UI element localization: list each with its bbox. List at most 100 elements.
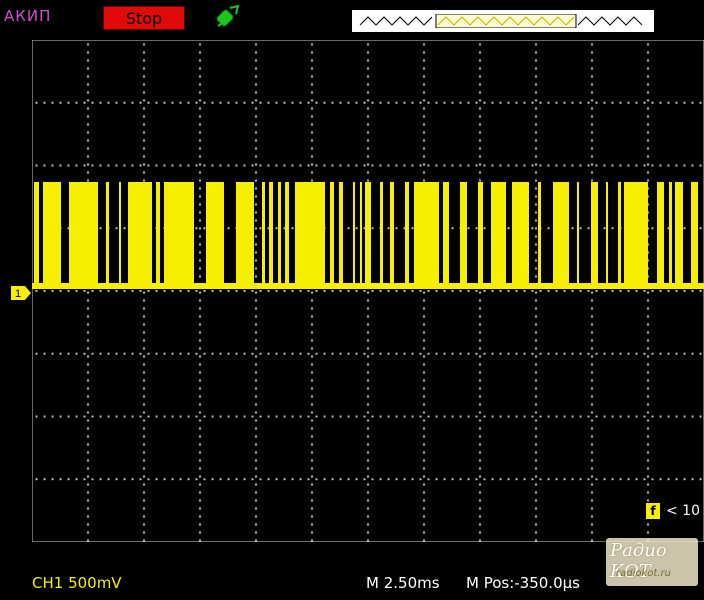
grid-dot (675, 478, 678, 481)
grid-dot (591, 387, 593, 390)
grid-dot (67, 164, 70, 167)
grid-dot (479, 355, 481, 358)
grid-dot (147, 415, 150, 418)
horizontal-position[interactable]: M Pos:-350.0µs (466, 574, 580, 592)
grid-dot (443, 415, 446, 418)
grid-dot (535, 83, 537, 86)
grid-dot (255, 331, 257, 334)
trace-pulse (606, 182, 608, 286)
grid-dot (187, 290, 190, 292)
grid-dot (535, 387, 537, 390)
grid-dot (611, 101, 614, 104)
grid-dot (163, 164, 166, 167)
grid-dot (423, 315, 425, 318)
grid-dot (367, 323, 369, 326)
grid-dot (199, 347, 201, 350)
grid-dot (171, 164, 174, 167)
grid-dot (635, 352, 638, 355)
grid-dot (211, 352, 214, 355)
grid-dot (311, 403, 313, 406)
grid-dot (555, 478, 558, 481)
grid-dot (479, 475, 481, 478)
grid-dot (535, 419, 537, 422)
grid-dot (87, 299, 89, 302)
grid-dot (507, 227, 510, 230)
trigger-source-icon[interactable] (214, 4, 242, 32)
grid-dot (143, 91, 145, 94)
grid-dot (535, 435, 537, 438)
timebase-scale[interactable]: M 2.50ms (366, 574, 440, 592)
grid-dot (143, 43, 145, 46)
grid-dot (591, 179, 593, 182)
grid-dot (283, 290, 286, 292)
grid-dot (259, 415, 262, 418)
grid-dot (311, 411, 313, 414)
grid-dot (323, 164, 326, 167)
waveform-display[interactable] (32, 40, 704, 542)
grid-dot (591, 163, 593, 166)
grid-dot (667, 227, 670, 230)
grid-dot (423, 123, 425, 126)
grid-dot (367, 411, 369, 414)
grid-dot (591, 539, 593, 542)
ch1-ground-marker[interactable]: 1 (10, 285, 32, 301)
grid-dot (275, 290, 278, 292)
trace-pulse (262, 182, 265, 286)
grid-dot (387, 352, 390, 355)
grid-dot (423, 155, 425, 158)
grid-dot (87, 91, 89, 94)
grid-dot (311, 459, 313, 462)
grid-dot (255, 539, 257, 542)
grid-dot (311, 299, 313, 302)
grid-dot (371, 227, 374, 230)
grid-dot (87, 483, 89, 486)
run-stop-button[interactable]: Stop (103, 6, 185, 30)
grid-dot (367, 443, 369, 446)
grid-dot (387, 164, 390, 167)
grid-dot (203, 352, 206, 355)
grid-dot (59, 290, 62, 292)
grid-dot (555, 415, 558, 418)
grid-dot (479, 539, 481, 542)
grid-dot (199, 267, 201, 270)
grid-dot (339, 290, 342, 292)
grid-dot (531, 478, 534, 481)
frequency-icon: f (646, 503, 660, 519)
grid-dot (423, 51, 425, 54)
grid-dot (423, 411, 425, 414)
grid-dot (683, 101, 686, 104)
grid-dot (255, 435, 257, 438)
grid-dot (143, 379, 145, 382)
grid-dot (667, 290, 670, 292)
grid-dot (647, 411, 649, 414)
grid-dot (387, 290, 390, 292)
grid-dot (203, 101, 206, 104)
grid-dot (59, 164, 62, 167)
grid-dot (255, 299, 257, 302)
grid-dot (367, 355, 369, 358)
grid-dot (275, 352, 278, 355)
grid-dot (275, 478, 278, 481)
grid-dot (491, 478, 494, 481)
grid-dot (387, 101, 390, 104)
grid-dot (199, 187, 201, 190)
grid-dot (611, 478, 614, 481)
grid-dot (591, 139, 593, 142)
grid-dot (199, 107, 201, 110)
grid-dot (87, 531, 89, 534)
grid-dot (87, 427, 89, 430)
grid-dot (199, 259, 201, 262)
grid-dot (647, 147, 649, 150)
grid-dot (255, 323, 257, 326)
grid-dot (427, 164, 430, 167)
grid-dot (147, 164, 150, 167)
grid-dot (371, 352, 374, 355)
grid-dot (423, 403, 425, 406)
grid-dot (367, 179, 369, 182)
grid-dot (255, 515, 257, 518)
ch1-scale[interactable]: CH1 500mV (32, 574, 122, 592)
grid-dot (479, 155, 481, 158)
grid-dot (199, 459, 201, 462)
grid-dot (591, 499, 593, 502)
grid-dot (283, 352, 286, 355)
